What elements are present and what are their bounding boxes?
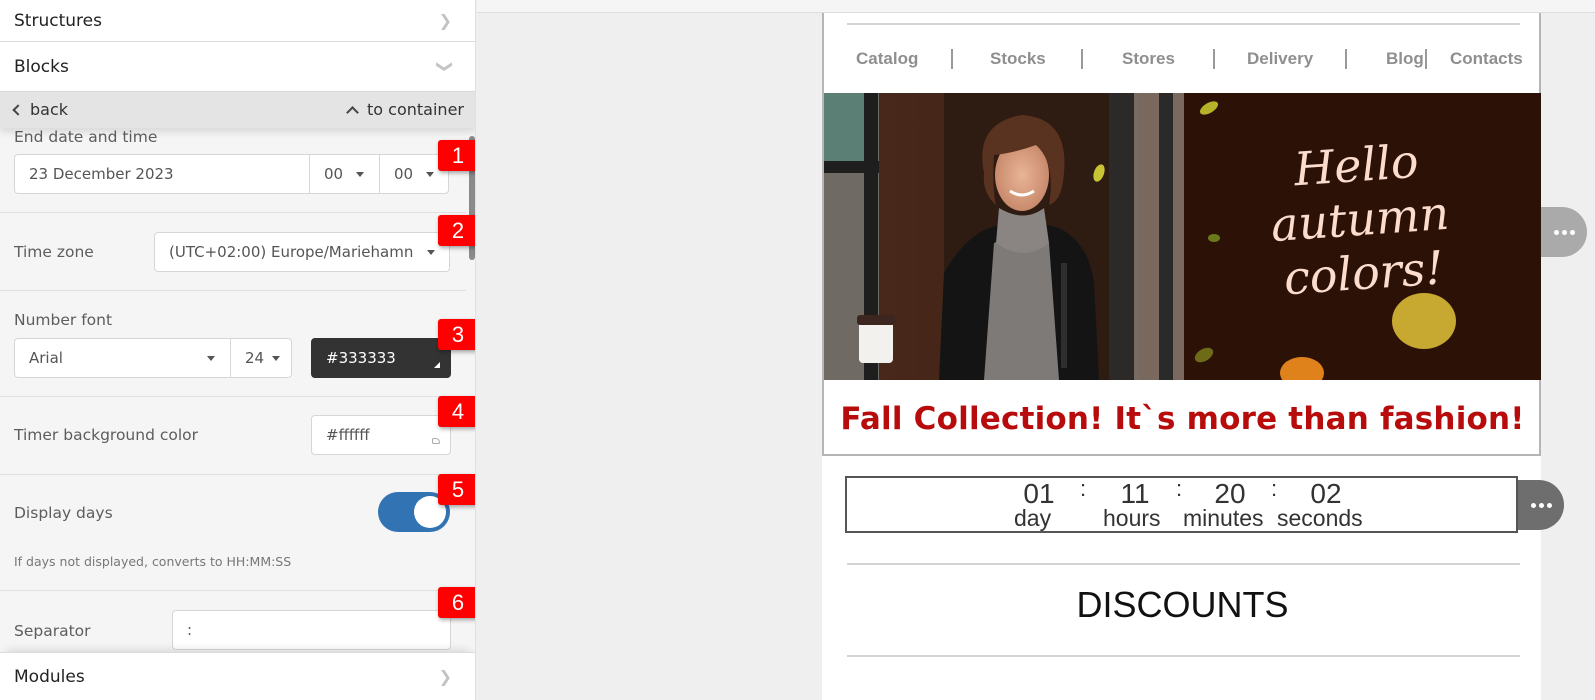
font-family-select[interactable]: Arial xyxy=(14,338,231,378)
font-family-value: Arial xyxy=(29,349,63,367)
divider xyxy=(0,290,466,291)
block-nav-bar: back to container xyxy=(0,92,475,128)
more-dots-icon xyxy=(1530,502,1552,508)
divider xyxy=(0,212,466,213)
caret-down-icon xyxy=(426,172,434,177)
end-date-value: 23 December 2023 xyxy=(29,165,174,183)
collection-headline[interactable]: Fall Collection! It`s more than fashion! xyxy=(824,401,1541,437)
settings-panel: Structures ❯ Blocks ❯ back to container … xyxy=(0,0,476,700)
hero-headline: Hello autumn colors! xyxy=(1235,130,1486,308)
separator-value: : xyxy=(187,621,193,639)
annotation-badge-4: 4 xyxy=(438,396,475,427)
chevron-right-icon: ❯ xyxy=(438,667,452,686)
accordion-blocks[interactable]: Blocks ❯ xyxy=(0,42,475,92)
timer-seconds-label: seconds xyxy=(1277,505,1363,531)
back-label: back xyxy=(30,100,69,119)
annotation-badge-6: 6 xyxy=(438,587,475,618)
countdown-timer[interactable]: 01 : 11 : 20 : 02 day hours minutes seco… xyxy=(845,476,1518,533)
number-font-label: Number font xyxy=(14,311,113,329)
end-date-label: End date and time xyxy=(14,128,158,146)
annotation-badge-3: 3 xyxy=(438,319,475,350)
font-size-select[interactable]: 24 xyxy=(230,338,292,378)
font-size-value: 24 xyxy=(245,349,265,367)
caret-down-icon xyxy=(272,356,280,361)
menu-item-catalog[interactable]: Catalog xyxy=(856,49,918,69)
end-date-input[interactable]: 23 December 2023 xyxy=(14,154,310,194)
top-divider-line xyxy=(847,23,1520,25)
timer-minutes-label: minutes xyxy=(1183,505,1264,531)
timer-separator: : xyxy=(1176,476,1183,501)
caret-down-icon xyxy=(356,172,364,177)
chevron-up-icon xyxy=(346,105,359,119)
discounts-heading[interactable]: DISCOUNTS xyxy=(824,584,1541,626)
back-button[interactable]: back xyxy=(12,100,69,119)
separator-input[interactable]: : xyxy=(172,610,451,650)
display-days-label: Display days xyxy=(14,504,113,522)
display-days-hint: If days not displayed, converts to HH:MM… xyxy=(14,554,292,569)
timer-separator: : xyxy=(1271,476,1278,501)
more-dots-icon xyxy=(1553,229,1575,235)
accordion-modules-label: Modules xyxy=(14,666,85,687)
menu-separator xyxy=(1081,49,1083,69)
time-zone-label: Time zone xyxy=(14,243,94,261)
block-more-options-button[interactable] xyxy=(1541,207,1587,257)
timer-separator: : xyxy=(1080,476,1087,501)
end-hour-value: 00 xyxy=(324,165,344,183)
timer-bg-value: #ffffff xyxy=(326,426,370,444)
accordion-structures-label: Structures xyxy=(14,10,102,31)
menu-separator xyxy=(1345,49,1347,69)
divider-line xyxy=(847,655,1520,657)
caret-down-icon xyxy=(207,356,215,361)
timer-bg-color-picker[interactable]: #ffffff xyxy=(311,415,451,455)
divider xyxy=(0,590,466,591)
time-zone-value: (UTC+02:00) Europe/Mariehamn xyxy=(169,243,414,261)
canvas-top-strip xyxy=(477,0,1595,13)
accordion-blocks-label: Blocks xyxy=(14,56,69,77)
end-minute-value: 00 xyxy=(394,165,414,183)
timer-more-options-button[interactable] xyxy=(1518,480,1564,530)
time-zone-select[interactable]: (UTC+02:00) Europe/Mariehamn xyxy=(154,232,450,272)
to-container-button[interactable]: to container xyxy=(346,100,464,119)
annotation-badge-1: 1 xyxy=(438,140,475,171)
menu-separator xyxy=(1213,49,1215,69)
menu-separator xyxy=(951,49,953,69)
divider xyxy=(0,396,466,397)
annotation-badge-5: 5 xyxy=(438,474,475,505)
timer-bg-label: Timer background color xyxy=(14,426,199,444)
number-color-picker[interactable]: #333333 xyxy=(311,338,451,378)
divider-line xyxy=(847,563,1520,565)
to-container-label: to container xyxy=(367,100,464,119)
chevron-left-icon xyxy=(12,103,24,116)
accordion-modules[interactable]: Modules ❯ xyxy=(0,652,475,700)
timer-hours-label: hours xyxy=(1103,505,1161,531)
chevron-right-icon: ❯ xyxy=(438,11,452,30)
annotation-badge-2: 2 xyxy=(438,215,475,246)
menu-item-stocks[interactable]: Stocks xyxy=(990,49,1046,69)
timer-days-label: day xyxy=(1014,505,1052,531)
eyedropper-icon xyxy=(432,438,440,444)
editor-window: Structures ❯ Blocks ❯ back to container … xyxy=(0,0,1595,700)
caret-down-icon xyxy=(427,250,435,255)
accordion-structures[interactable]: Structures ❯ xyxy=(0,0,475,42)
email-menu: Catalog Stocks Stores Delivery Blog Cont… xyxy=(826,44,1541,74)
menu-item-delivery[interactable]: Delivery xyxy=(1247,49,1313,69)
menu-item-contacts[interactable]: Contacts xyxy=(1450,49,1523,69)
number-color-value: #333333 xyxy=(326,349,396,367)
menu-item-blog[interactable]: Blog xyxy=(1386,49,1424,69)
separator-label: Separator xyxy=(14,622,91,640)
divider xyxy=(0,474,466,475)
resize-corner-icon xyxy=(434,362,440,368)
chevron-down-icon: ❯ xyxy=(435,59,455,74)
menu-separator xyxy=(1425,49,1427,69)
menu-item-stores[interactable]: Stores xyxy=(1122,49,1175,69)
end-hour-select[interactable]: 00 xyxy=(309,154,380,194)
